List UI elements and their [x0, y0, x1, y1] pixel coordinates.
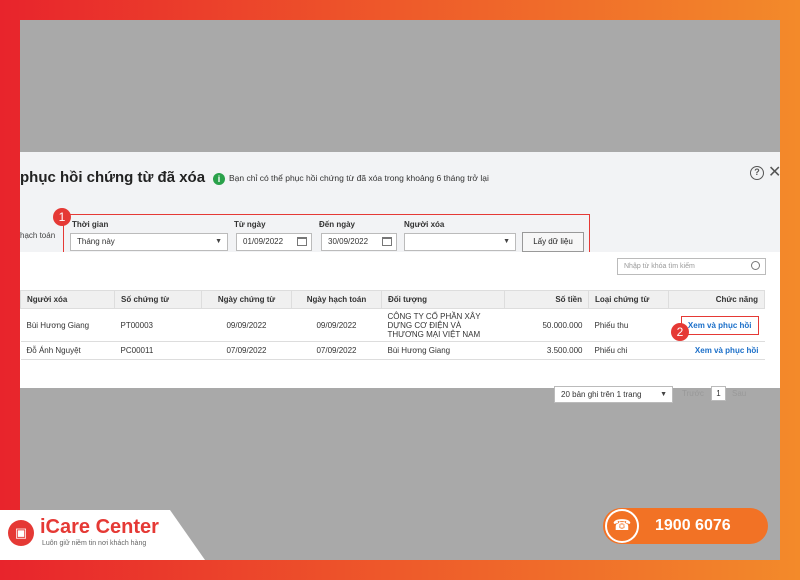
col-header-doc-no[interactable]: Số chứng từ [114, 290, 202, 309]
hotline-number: 1900 6076 [655, 517, 731, 534]
help-icon[interactable]: ? [750, 166, 764, 180]
from-date-label: Từ ngày [234, 220, 266, 229]
brand-banner: ▣ iCare Center Luôn giữ niềm tin nơi khá… [0, 510, 205, 560]
search-input[interactable]: Nhập từ khóa tìm kiếm [617, 258, 766, 275]
dialog-title: phục hồi chứng từ đã xóa [20, 169, 206, 186]
brand-slogan: Luôn giữ niềm tin nơi khách hàng [42, 540, 147, 547]
period-label: Thời gian [72, 220, 109, 229]
current-page[interactable]: 1 [711, 386, 726, 401]
info-icon: i [213, 173, 225, 185]
cell-object: CÔNG TY CỔ PHẦN XÂY DỰNG CƠ ĐIỆN VÀ THƯƠ… [381, 308, 505, 342]
col-header-deleter[interactable]: Người xóa [20, 290, 115, 309]
cell-doc-date: 09/09/2022 [201, 308, 292, 342]
table-row[interactable]: Đỗ Ánh Nguyệt PC00011 07/09/2022 07/09/2… [20, 341, 765, 360]
col-header-amount[interactable]: Số tiền [504, 290, 589, 309]
next-page-button[interactable]: Sau [732, 389, 746, 398]
deleted-docs-table: Người xóa Số chứng từ Ngày chứng từ Ngày… [20, 290, 765, 360]
brand-logo-icon: ▣ [8, 520, 34, 546]
dialog-body: Nhập từ khóa tìm kiếm Người xóa Số chứng… [20, 252, 780, 403]
hotline-badge[interactable]: ☎ 1900 6076 [603, 508, 768, 544]
cell-object: Bùi Hương Giang [381, 341, 505, 360]
screenshot-frame: phục hồi chứng từ đã xóa i Bạn chỉ có th… [20, 20, 780, 560]
cell-post-date: 09/09/2022 [291, 308, 382, 342]
page-size-value: 20 bản ghi trên 1 trang [561, 390, 642, 399]
table-header-row: Người xóa Số chứng từ Ngày chứng từ Ngày… [20, 290, 765, 309]
prev-page-button[interactable]: Trước [682, 389, 704, 398]
deleter-label: Người xóa [404, 220, 445, 229]
cell-amount: 3.500.000 [504, 341, 589, 360]
col-header-doc-type[interactable]: Loại chứng từ [588, 290, 669, 309]
side-label: hạch toán [20, 231, 56, 240]
view-restore-link[interactable]: Xem và phục hồi [668, 341, 765, 360]
step-marker-1: 1 [53, 208, 71, 226]
col-header-action: Chức năng [668, 290, 765, 309]
page-size-select[interactable]: 20 bản ghi trên 1 trang ▼ [554, 386, 673, 403]
period-value: Tháng này [77, 237, 115, 246]
cell-deleter: Bùi Hương Giang [20, 308, 115, 342]
search-icon[interactable] [751, 261, 760, 270]
view-restore-link[interactable]: Xem và phục hồi [680, 315, 759, 335]
chevron-down-icon: ▼ [660, 391, 667, 398]
cell-amount: 50.000.000 [504, 308, 589, 342]
col-header-post-date[interactable]: Ngày hạch toán [291, 290, 382, 309]
period-select[interactable]: Tháng này ▼ [70, 233, 228, 251]
col-header-object[interactable]: Đối tượng [381, 290, 505, 309]
phone-icon: ☎ [605, 509, 639, 543]
cell-post-date: 07/09/2022 [291, 341, 382, 360]
cell-doc-no: PC00011 [114, 341, 202, 360]
from-date-value: 01/09/2022 [243, 237, 284, 246]
to-date-value: 30/09/2022 [328, 237, 369, 246]
close-icon[interactable]: ✕ [768, 162, 780, 182]
brand-name: iCare Center [40, 516, 159, 538]
to-date-field[interactable]: 30/09/2022 [321, 233, 397, 251]
search-placeholder: Nhập từ khóa tìm kiếm [624, 263, 695, 270]
from-date-field[interactable]: 01/09/2022 [236, 233, 312, 251]
get-data-button[interactable]: Lấy dữ liệu [522, 232, 584, 252]
deleter-select[interactable]: ▼ [404, 233, 516, 251]
info-text: Bạn chỉ có thể phục hồi chứng từ đã xóa … [229, 173, 489, 183]
step-marker-2: 2 [671, 323, 689, 341]
chevron-down-icon: ▼ [503, 238, 510, 245]
col-header-doc-date[interactable]: Ngày chứng từ [201, 290, 292, 309]
cell-doc-type: Phiếu thu [588, 308, 669, 342]
table-row[interactable]: Bùi Hương Giang PT00003 09/09/2022 09/09… [20, 308, 765, 342]
to-date-label: Đến ngày [319, 220, 356, 229]
calendar-icon[interactable] [382, 237, 392, 246]
cell-doc-no: PT00003 [114, 308, 202, 342]
cell-deleter: Đỗ Ánh Nguyệt [20, 341, 115, 360]
cell-doc-type: Phiếu chi [588, 341, 669, 360]
dialog-header: phục hồi chứng từ đã xóa i Bạn chỉ có th… [20, 152, 780, 258]
chevron-down-icon: ▼ [215, 238, 222, 245]
cell-doc-date: 07/09/2022 [201, 341, 292, 360]
calendar-icon[interactable] [297, 237, 307, 246]
